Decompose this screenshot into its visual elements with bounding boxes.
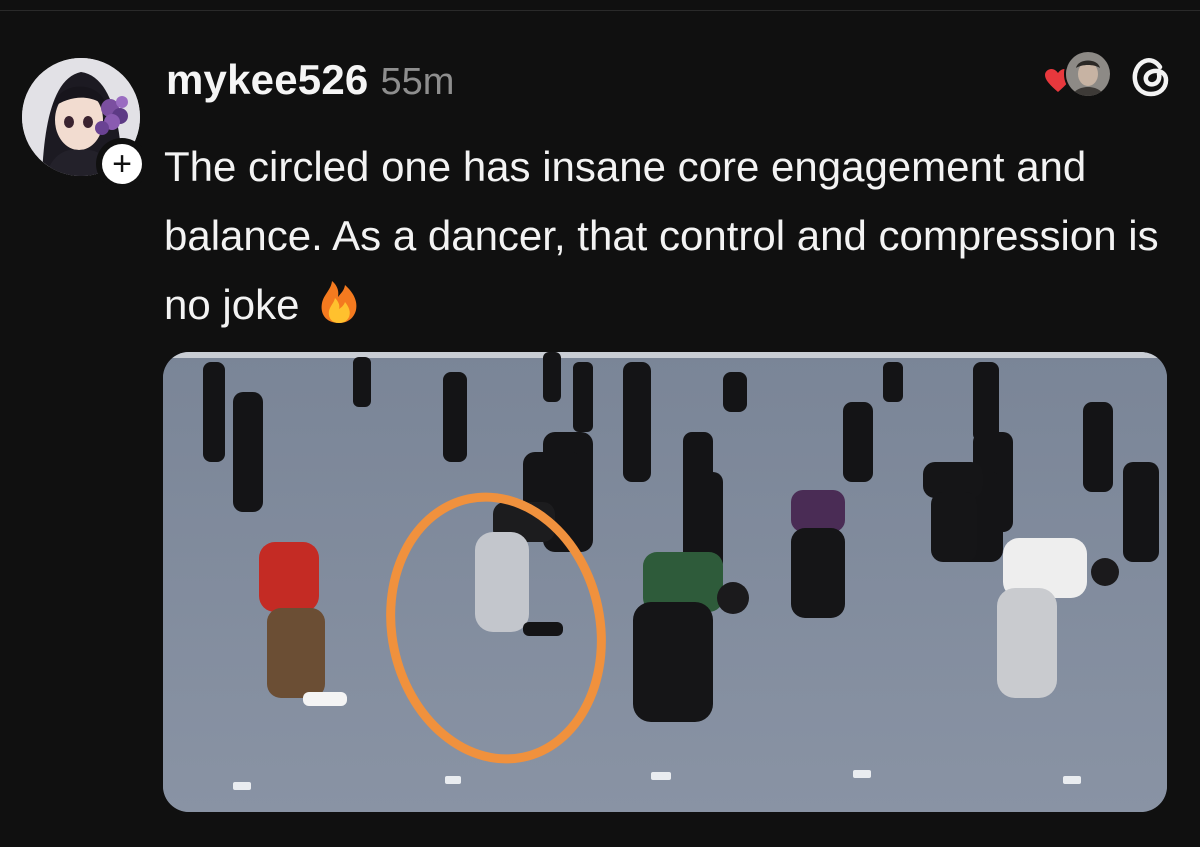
liker-avatar <box>1064 50 1112 98</box>
post-timestamp: 55m <box>380 61 455 103</box>
liked-by-indicator[interactable] <box>1044 50 1112 102</box>
follow-button[interactable]: + <box>96 138 148 190</box>
plus-icon: + <box>102 144 142 184</box>
post-body: The circled one has insane core engageme… <box>164 132 1174 339</box>
threads-logo-icon[interactable] <box>1130 53 1172 99</box>
username[interactable]: mykee526 <box>166 56 368 104</box>
post-image[interactable] <box>163 352 1167 812</box>
post-header: mykee526 55m <box>166 56 454 112</box>
post-text: The circled one has insane core engageme… <box>164 143 1159 328</box>
top-divider <box>0 10 1200 11</box>
fire-emoji <box>321 281 357 323</box>
header-actions <box>1044 50 1172 102</box>
